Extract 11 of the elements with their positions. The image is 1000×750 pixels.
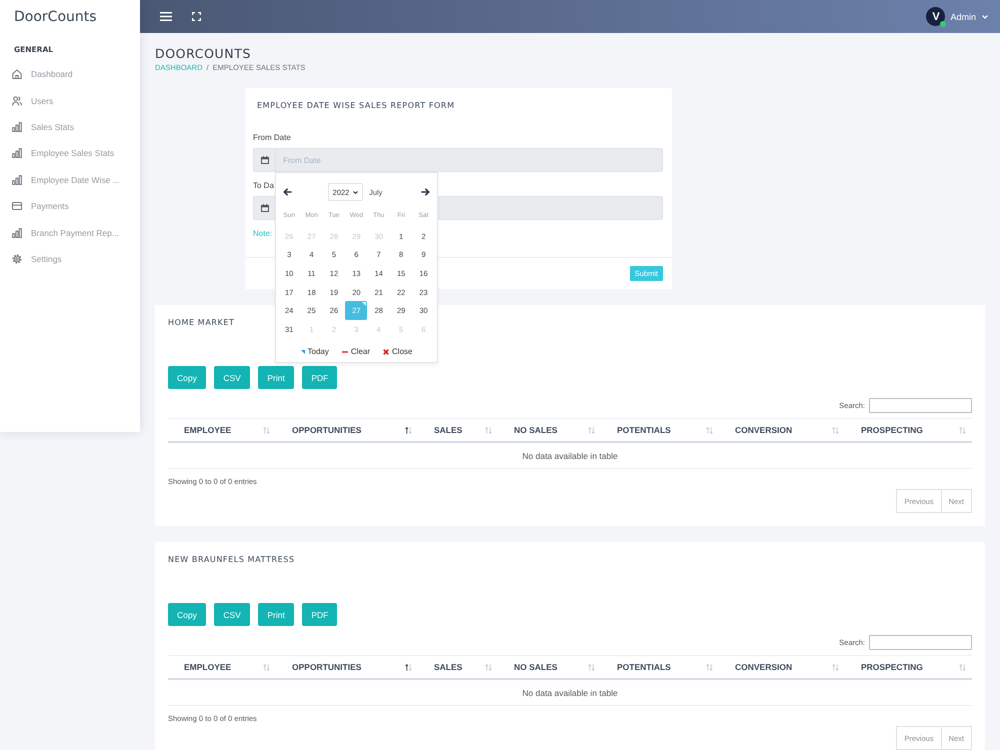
field-label: To Da bbox=[253, 181, 274, 191]
empty-table-cell: No data available in table bbox=[168, 680, 972, 706]
card-title: NEW BRAUNFELS MATTRESS bbox=[168, 555, 295, 565]
note-text: Note: bbox=[253, 229, 272, 239]
field-label: From Date bbox=[253, 133, 291, 143]
avatar: V bbox=[926, 7, 946, 26]
card-title: HOME MARKET bbox=[168, 318, 235, 328]
empty-table-cell: No data available in table bbox=[168, 443, 972, 469]
app-logo-text: DoorCounts bbox=[14, 8, 97, 26]
page-title: DOORCOUNTS bbox=[155, 47, 252, 61]
form-title: EMPLOYEE DATE WISE SALES REPORT FORM bbox=[257, 100, 455, 112]
